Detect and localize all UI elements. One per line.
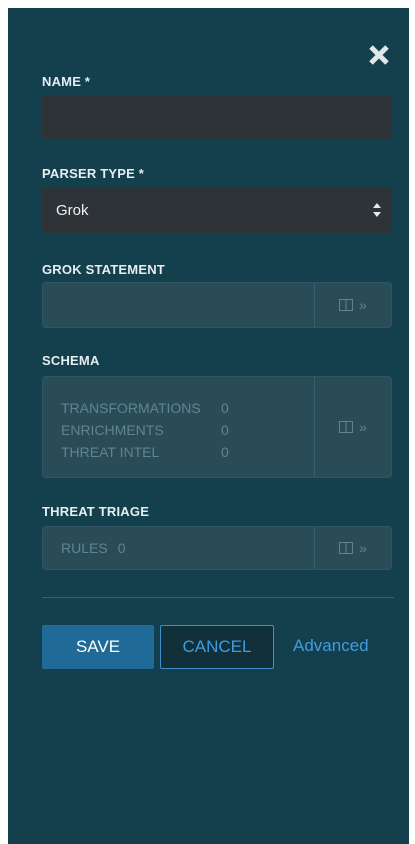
threat-triage-label: THREAT TRIAGE	[42, 504, 150, 519]
cancel-button[interactable]: CANCEL	[160, 625, 274, 669]
advanced-link[interactable]: Advanced	[293, 636, 369, 656]
panel-expand-icon	[339, 421, 354, 433]
panel-expand-icon	[339, 299, 354, 311]
grok-statement-box[interactable]: »	[42, 282, 392, 328]
parser-type-label: PARSER TYPE *	[42, 166, 145, 181]
section-divider	[42, 597, 394, 598]
schema-row-enrichments: ENRICHMENTS 0	[61, 422, 229, 438]
sensor-config-panel: NAME * PARSER TYPE * Grok GROK STATEMENT…	[8, 8, 409, 844]
schema-expand-button[interactable]: »	[315, 377, 391, 477]
close-icon[interactable]	[366, 42, 392, 68]
name-input[interactable]	[42, 95, 392, 139]
grok-statement-expand-button[interactable]: »	[315, 283, 391, 327]
double-chevron-right-icon: »	[359, 540, 367, 556]
schema-row-transformations: TRANSFORMATIONS 0	[61, 400, 229, 416]
name-label: NAME *	[42, 74, 91, 89]
rules-row: RULES 0	[61, 540, 126, 556]
threat-triage-box[interactable]: RULES 0 »	[42, 526, 392, 570]
threat-triage-expand-button[interactable]: »	[315, 527, 391, 569]
panel-expand-icon	[339, 542, 354, 554]
parser-type-value: Grok	[56, 202, 89, 219]
save-button[interactable]: SAVE	[42, 625, 154, 669]
grok-statement-label: GROK STATEMENT	[42, 262, 165, 277]
double-chevron-right-icon: »	[359, 297, 367, 313]
schema-row-threat-intel: THREAT INTEL 0	[61, 444, 229, 460]
schema-box[interactable]: TRANSFORMATIONS 0 ENRICHMENTS 0 THREAT I…	[42, 376, 392, 478]
select-arrows-icon	[373, 203, 381, 217]
parser-type-select[interactable]: Grok	[42, 187, 392, 233]
schema-label: SCHEMA	[42, 353, 100, 368]
double-chevron-right-icon: »	[359, 419, 367, 435]
